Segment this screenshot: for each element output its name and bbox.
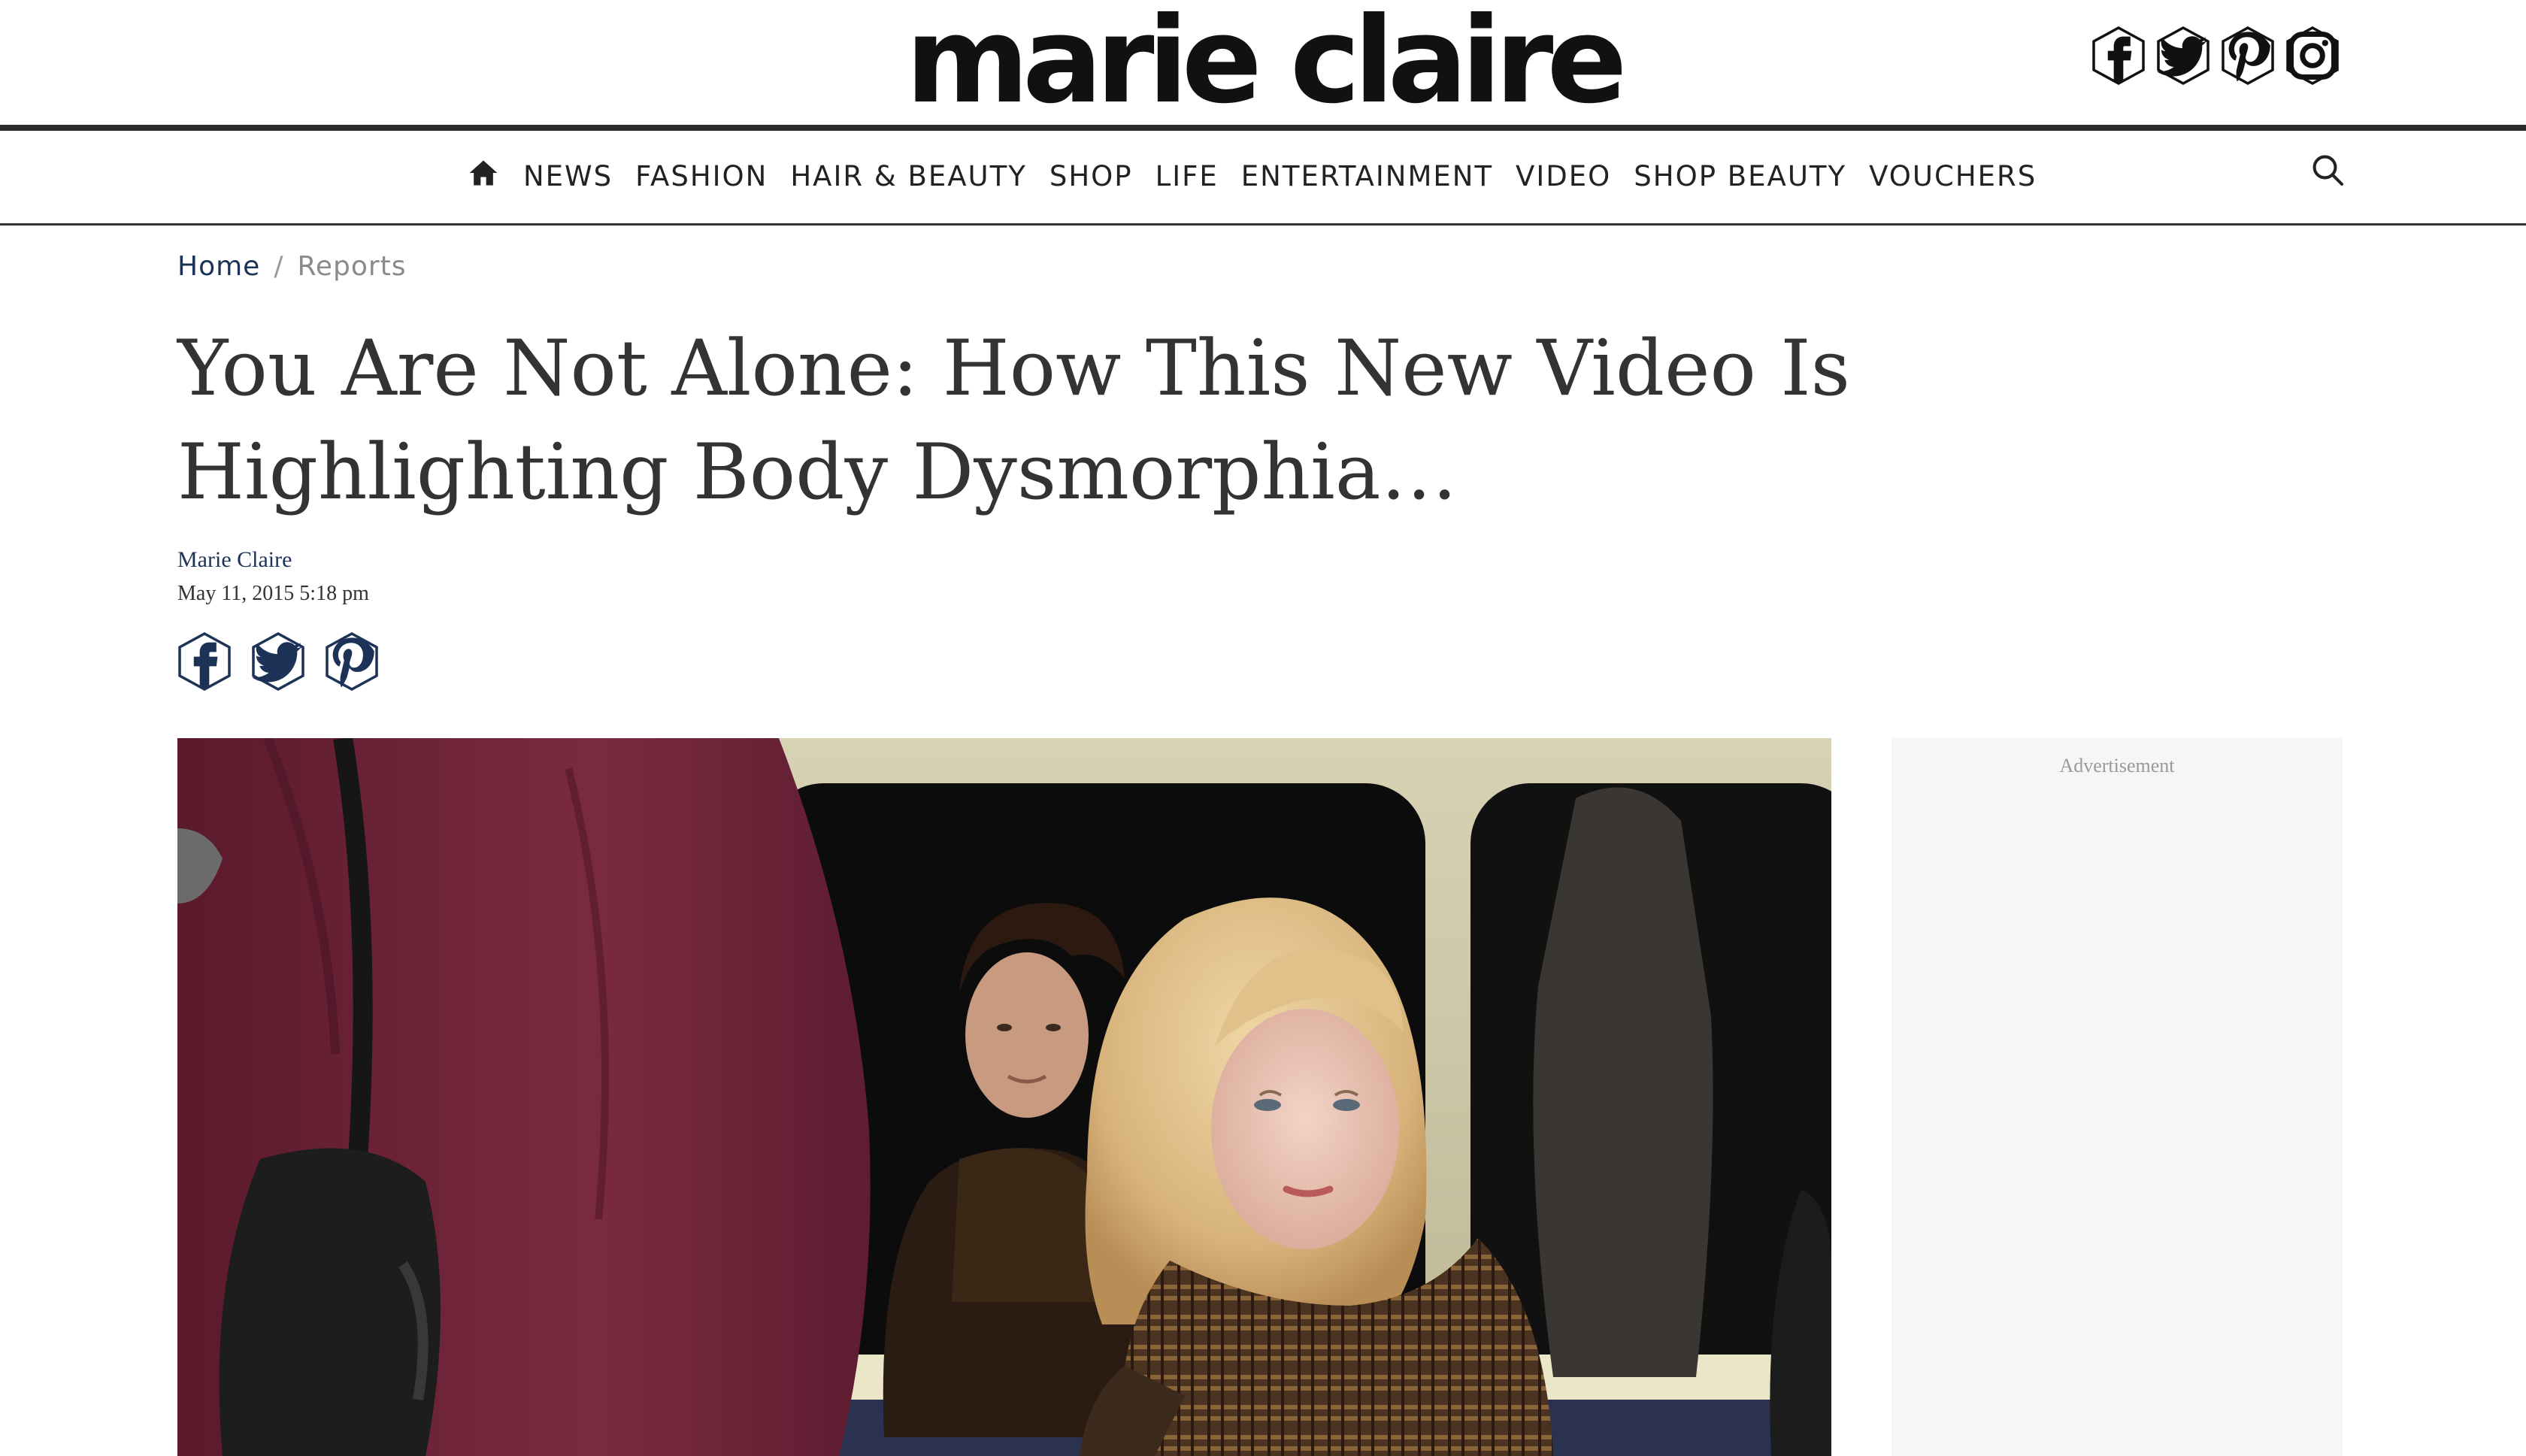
pinterest-icon (323, 631, 380, 692)
nav-home[interactable] (466, 156, 501, 196)
main-navigation: NEWS FASHION HAIR & BEAUTY SHOP LIFE ENT… (0, 131, 2526, 226)
nav-item-life[interactable]: LIFE (1155, 160, 1219, 192)
site-header: marie claire (0, 0, 2526, 125)
nav-item-entertainment[interactable]: ENTERTAINMENT (1241, 160, 1493, 192)
instagram-icon (2284, 26, 2341, 86)
article-date: May 11, 2015 5:18 pm (177, 582, 369, 605)
article-hero-image (177, 738, 1831, 1456)
pinterest-link[interactable] (2219, 26, 2276, 86)
nav-item-fashion[interactable]: FASHION (635, 160, 768, 192)
search-button[interactable] (2308, 150, 2349, 191)
breadcrumb-current: Reports (297, 251, 407, 282)
facebook-icon (2090, 26, 2147, 86)
nav-item-vouchers[interactable]: VOUCHERS (1869, 160, 2037, 192)
facebook-link[interactable] (2090, 26, 2147, 86)
nav-item-hair-beauty[interactable]: HAIR & BEAUTY (790, 160, 1026, 192)
breadcrumb: Home / Reports (177, 251, 407, 282)
share-twitter-button[interactable] (250, 631, 307, 692)
article-share-buttons (176, 631, 380, 692)
article-author-link[interactable]: Marie Claire (177, 547, 292, 573)
breadcrumb-separator: / (274, 251, 284, 282)
article-title: You Are Not Alone: How This New Video Is… (177, 324, 1850, 517)
breadcrumb-home-link[interactable]: Home (177, 251, 260, 282)
home-icon (469, 160, 498, 186)
twitter-link[interactable] (2155, 26, 2212, 86)
nav-item-shop-beauty[interactable]: SHOP BEAUTY (1634, 160, 1846, 192)
nav-menu: NEWS FASHION HAIR & BEAUTY SHOP LIFE ENT… (466, 156, 2037, 196)
nav-item-shop[interactable]: SHOP (1049, 160, 1133, 192)
nav-item-video[interactable]: VIDEO (1516, 160, 1611, 192)
advertisement-slot[interactable]: Advertisement (1891, 738, 2343, 1456)
twitter-icon (250, 631, 307, 692)
facebook-icon (176, 631, 233, 692)
search-icon (2312, 155, 2344, 186)
hero-illustration (177, 738, 1831, 1456)
header-social-links (2090, 26, 2341, 86)
pinterest-icon (2219, 26, 2276, 86)
nav-item-news[interactable]: NEWS (523, 160, 613, 192)
twitter-icon (2155, 26, 2212, 86)
advertisement-label: Advertisement (2059, 755, 2175, 776)
share-facebook-button[interactable] (176, 631, 233, 692)
instagram-link[interactable] (2284, 26, 2341, 86)
header-divider (0, 125, 2526, 131)
share-pinterest-button[interactable] (323, 631, 380, 692)
